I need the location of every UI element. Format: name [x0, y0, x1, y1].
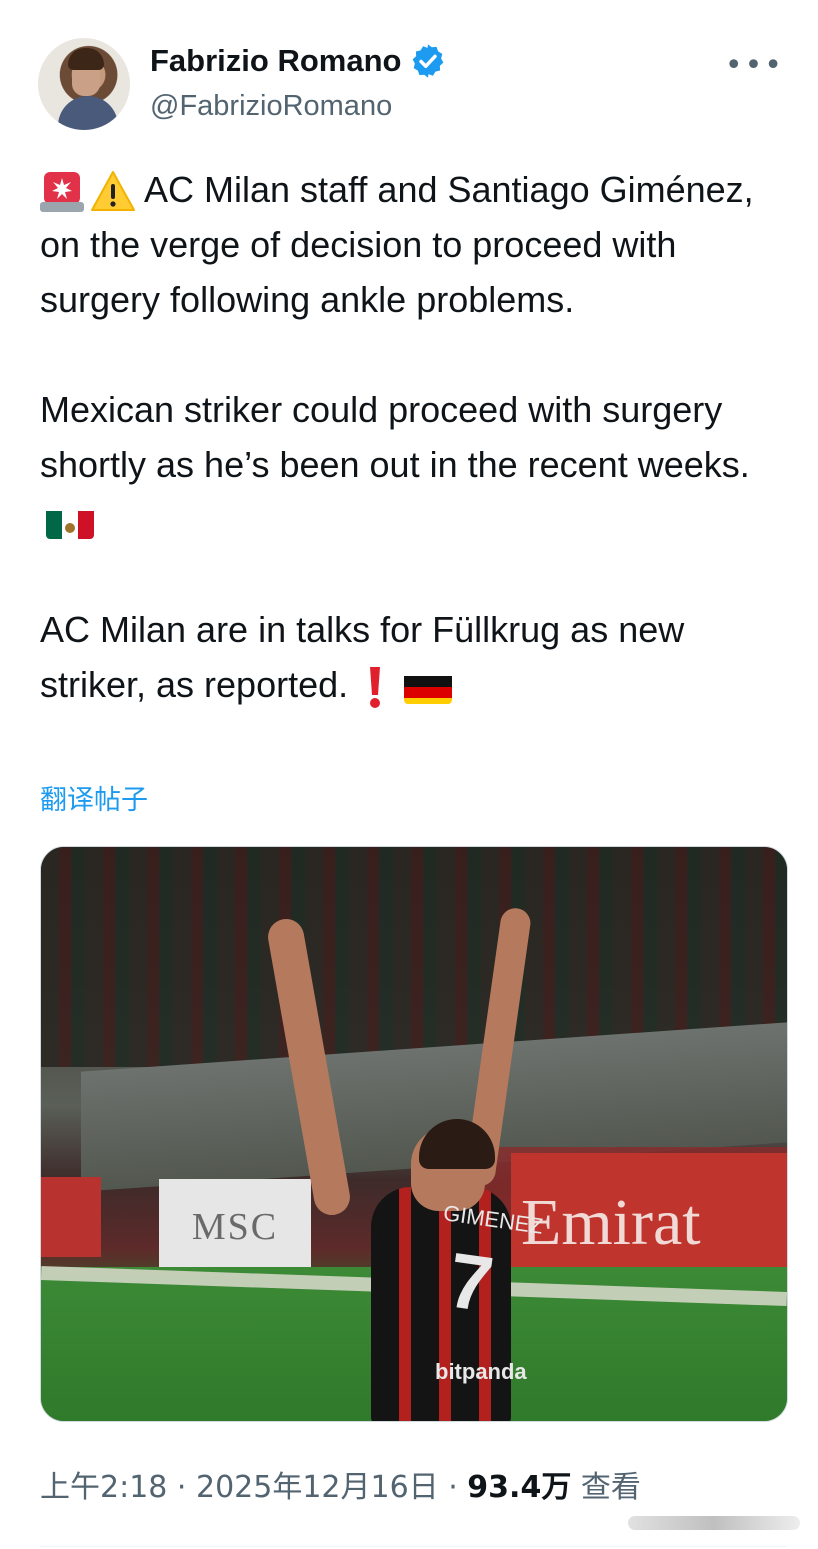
name-row: Fabrizio Romano [150, 42, 447, 80]
player-figure: GIMENEZ 7 bitpanda [265, 906, 545, 1421]
ad-board-left [41, 1177, 101, 1257]
tweet-date[interactable]: 2025年12月16日 [196, 1470, 439, 1505]
tweet-meta: 上午2:18 · 2025年12月16日 · 93.4万 查看 [40, 1462, 641, 1506]
siren-icon [40, 170, 84, 214]
tweet-paragraph-1-text: AC Milan staff and Santiago Giménez, on … [40, 169, 764, 320]
verified-badge-icon [413, 44, 444, 78]
tweet-paragraph-3: AC Milan are in talks for Füllkrug as ne… [40, 602, 770, 712]
ad-board-msc: MSC [159, 1179, 311, 1275]
mexico-flag-icon [46, 505, 94, 540]
tweet-time[interactable]: 上午2:18 [40, 1470, 167, 1505]
tweet-header: Fabrizio Romano @FabrizioRomano ••• [38, 38, 788, 134]
germany-flag-icon [404, 670, 453, 705]
warning-icon [90, 170, 136, 214]
tweet-text: AC Milan staff and Santiago Giménez, on … [40, 162, 770, 712]
handle[interactable]: @FabrizioRomano [150, 90, 392, 123]
divider [40, 1546, 786, 1547]
watermark [628, 1516, 800, 1530]
display-name[interactable]: Fabrizio Romano [150, 43, 401, 79]
tweet-photo[interactable]: MSC Emirat GIMENEZ 7 bitpanda [40, 846, 788, 1422]
meta-separator: · [167, 1470, 196, 1505]
tweet-paragraph-2: Mexican striker could proceed with surge… [40, 382, 770, 547]
tweet-paragraph-2-text: Mexican striker could proceed with surge… [40, 389, 750, 485]
jersey-sponsor: bitpanda [435, 1359, 527, 1384]
more-options-button[interactable]: ••• [725, 51, 784, 81]
translate-post-link[interactable]: 翻译帖子 [40, 778, 148, 817]
red-exclamation-icon [366, 665, 384, 709]
avatar[interactable] [38, 38, 130, 130]
view-label: 查看 [571, 1470, 641, 1505]
meta-separator: · [438, 1470, 468, 1505]
view-count: 93.4万 [467, 1470, 572, 1505]
tweet-paragraph-1: AC Milan staff and Santiago Giménez, on … [40, 162, 770, 327]
